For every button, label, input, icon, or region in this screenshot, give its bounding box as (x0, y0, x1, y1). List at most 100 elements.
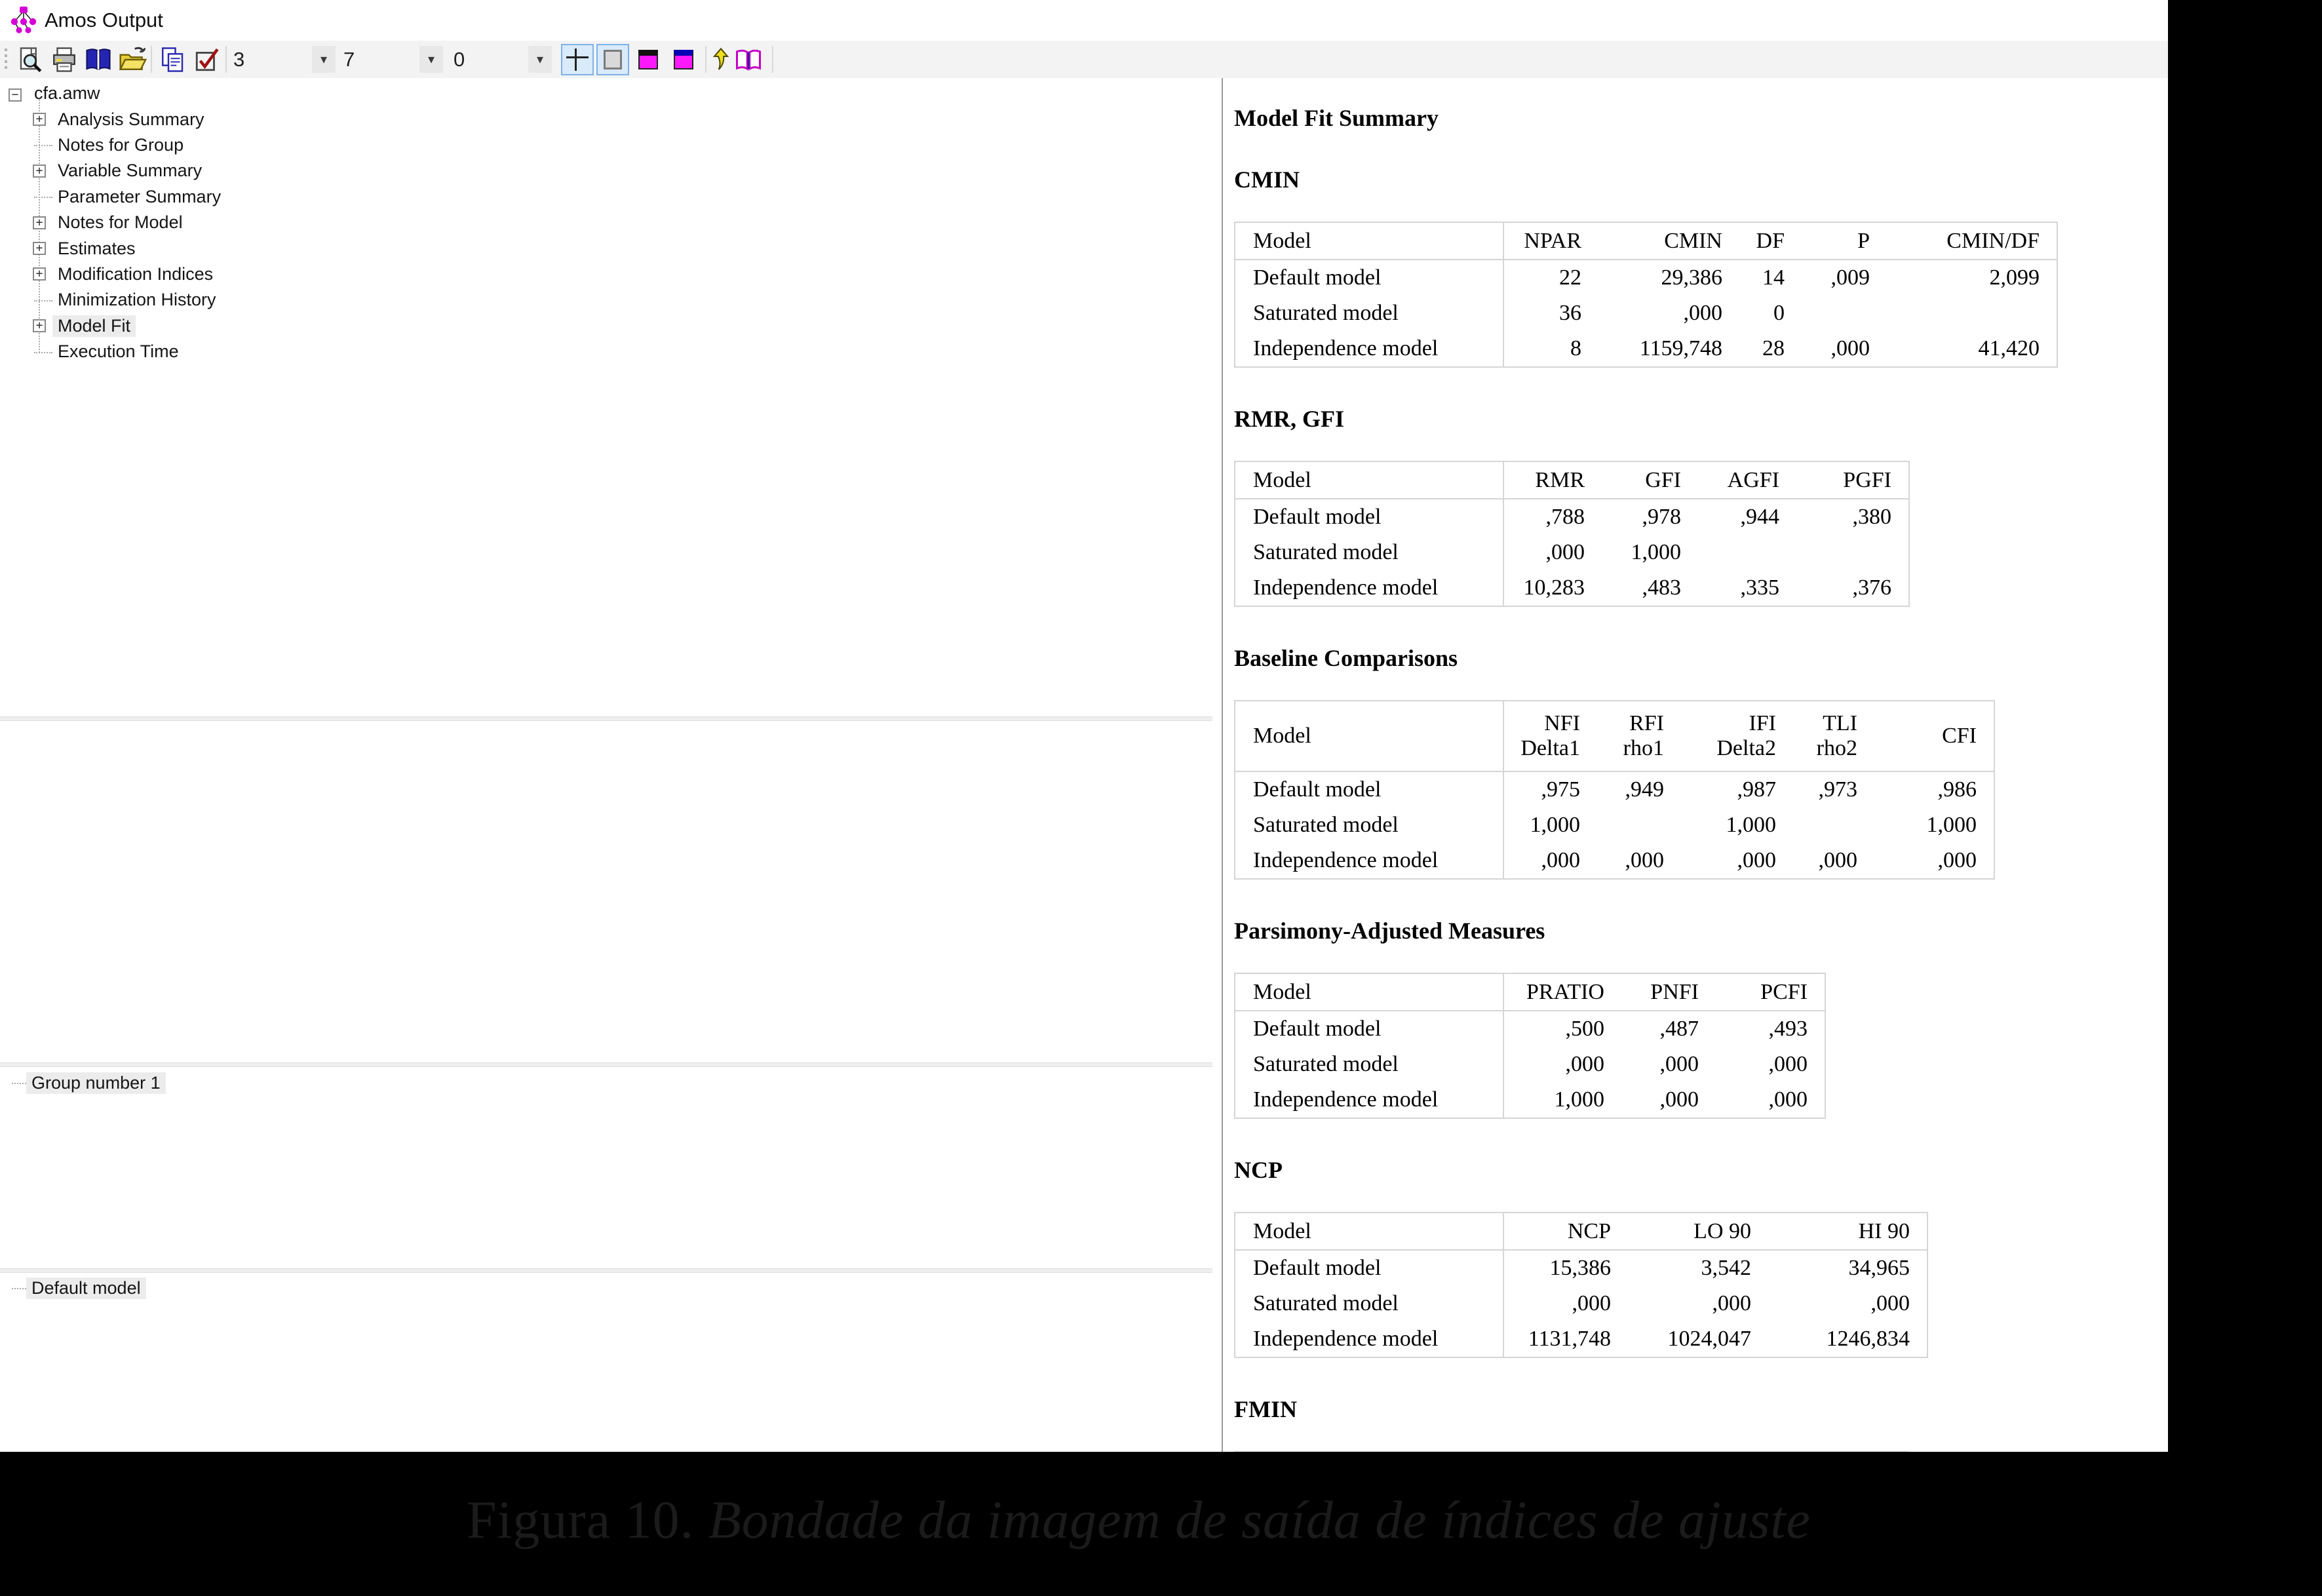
print-icon[interactable] (48, 44, 80, 75)
sidebar-item-label[interactable]: Parameter Summary (52, 186, 226, 208)
column-header: GFI (1645, 467, 1681, 492)
model-list-item[interactable]: Default model (0, 1275, 146, 1301)
combo-dropdown-1[interactable]: ▾ (312, 46, 336, 73)
yellow-arrow-icon[interactable] (708, 44, 734, 75)
model-name-cell: Independence model (1235, 331, 1504, 367)
toolbar-grip[interactable] (5, 49, 7, 71)
combo-dropdown-3[interactable]: ▾ (528, 46, 552, 73)
plain-page-toggle[interactable] (596, 44, 629, 75)
sidebar-item-estimates[interactable]: + Estimates (0, 235, 141, 262)
table-grid-toggle[interactable] (561, 44, 594, 75)
sidebar-item-modification-indices[interactable]: + Modification Indices (0, 261, 218, 287)
value-cell: ,000 (1737, 848, 1777, 872)
pane-divider[interactable] (0, 716, 1212, 721)
toolbar: 3 ▾ 7 ▾ 0 ▾ (0, 41, 2168, 79)
sidebar-item-minimization-history[interactable]: Minimization History (0, 287, 222, 313)
value-cell: ,788 (1545, 505, 1585, 529)
expand-box-icon[interactable]: + (33, 267, 46, 281)
open-book-icon[interactable] (733, 44, 764, 75)
sidebar-item-notes-for-group[interactable]: Notes for Group (0, 132, 189, 158)
value-cell: ,949 (1625, 777, 1665, 802)
value-cell: ,944 (1740, 505, 1780, 529)
column-header: LO 90 (1693, 1218, 1751, 1243)
sidebar-item-label[interactable]: Analysis Summary (52, 109, 210, 130)
value-cell: 29,386 (1661, 265, 1723, 290)
titlebar: Amos Output (0, 0, 2168, 41)
column-header: NCP (1567, 1218, 1611, 1243)
column-header: RMR (1535, 467, 1585, 492)
table-grid-icon (566, 49, 589, 71)
column-header: CMIN/DF (1946, 228, 2040, 253)
sidebar-item-model-fit[interactable]: + Model Fit (0, 313, 136, 339)
value-cell: 14 (1762, 265, 1785, 290)
tree-root-label[interactable]: cfa.amw (29, 83, 106, 104)
copy-icon[interactable] (157, 44, 189, 75)
sidebar-item-label[interactable]: Variable Summary (52, 160, 207, 182)
sidebar-item-label[interactable]: Notes for Group (52, 134, 189, 156)
value-cell: 1,000 (1926, 813, 1977, 837)
tree-stub (12, 1083, 26, 1084)
value-cell: ,000 (1659, 1087, 1699, 1112)
model-name-cell: Independence model (1235, 1082, 1504, 1118)
value-cell: ,986 (1937, 777, 1977, 802)
sidebar-item-analysis-summary[interactable]: + Analysis Summary (0, 106, 210, 132)
value-cell: ,009 (1830, 265, 1870, 290)
sidebar-item-label[interactable]: Notes for Model (52, 212, 188, 233)
sidebar-item-label[interactable]: Minimization History (52, 289, 222, 311)
value-cell: ,000 (1818, 848, 1858, 872)
expand-box-icon[interactable]: + (33, 113, 46, 126)
value-cell: 36 (1559, 301, 1581, 325)
value-cell: 1131,748 (1528, 1327, 1611, 1351)
value-cell: ,000 (1768, 1052, 1808, 1076)
model-label[interactable]: Default model (26, 1277, 146, 1299)
column-header: Model (1235, 701, 1504, 771)
sidebar-item-label[interactable]: Model Fit (52, 315, 136, 337)
value-cell: 1024,047 (1667, 1327, 1752, 1351)
sidebar-item-parameter-summary[interactable]: Parameter Summary (0, 184, 226, 210)
combo-dropdown-2[interactable]: ▾ (419, 46, 443, 73)
magenta-black-style-button[interactable] (632, 44, 665, 75)
expand-box-icon[interactable]: + (33, 164, 46, 178)
table-row: Saturated model 1,000 1,000 1,000 (1235, 808, 1994, 843)
print-preview-icon[interactable] (14, 44, 46, 75)
value-cell: ,000 (1712, 1291, 1752, 1315)
output-pane: Model Fit Summary CMIN Model NPAR CMIN DF P CM… (1223, 78, 2168, 1452)
sidebar-item-variable-summary[interactable]: + Variable Summary (0, 158, 207, 184)
value-cell (1887, 296, 2057, 331)
table-row: Default model ,500 ,487 ,493 (1235, 1011, 1825, 1047)
magenta-blue-style-button[interactable] (667, 44, 700, 75)
value-cell: ,000 (1659, 1052, 1699, 1076)
sidebar-item-label[interactable]: Estimates (52, 238, 141, 260)
pane-divider[interactable] (0, 1268, 1212, 1273)
sidebar-item-notes-for-model[interactable]: + Notes for Model (0, 210, 188, 236)
figure-caption: Figura 10. Bondade da imagem de saída de… (467, 1489, 2171, 1551)
value-cell: 1,000 (1726, 813, 1777, 837)
value-cell: 1246,834 (1826, 1327, 1910, 1351)
value-cell: 15,386 (1549, 1256, 1612, 1280)
value-cell: 1,000 (1530, 813, 1581, 837)
sidebar-item-label[interactable]: Execution Time (52, 341, 184, 362)
window-title: Amos Output (45, 9, 163, 31)
options-checkbox-icon[interactable] (191, 44, 223, 75)
open-folder-icon[interactable] (117, 44, 148, 75)
collapse-box-icon[interactable]: − (9, 88, 22, 102)
tree-root-row[interactable]: − cfa.amw (0, 80, 106, 106)
tree-stub (34, 197, 52, 199)
pane-divider[interactable] (0, 1062, 1212, 1067)
value-cell: ,487 (1659, 1017, 1699, 1041)
column-header: Model (1235, 1213, 1504, 1250)
group-label[interactable]: Group number 1 (26, 1072, 166, 1094)
tree-stub (34, 351, 52, 353)
sidebar-item-label[interactable]: Modification Indices (52, 263, 218, 285)
table-row: Default model ,975 ,949 ,987 ,973 ,986 (1235, 771, 1994, 808)
sidebar-item-execution-time[interactable]: Execution Time (0, 339, 184, 365)
expand-box-icon[interactable]: + (33, 319, 46, 333)
expand-box-icon[interactable]: + (33, 242, 46, 255)
group-list-item[interactable]: Group number 1 (0, 1070, 166, 1096)
fit-table-rmr-gfi: Model RMR GFI AGFI PGFI Default model ,788 ,978… (1234, 461, 1910, 607)
value-cell: 1,000 (1554, 1087, 1605, 1112)
help-book-icon[interactable] (83, 44, 114, 75)
expand-box-icon[interactable]: + (33, 216, 46, 229)
caption-label: Figura 10. (467, 1490, 695, 1549)
magenta-black-style-icon (638, 50, 658, 69)
